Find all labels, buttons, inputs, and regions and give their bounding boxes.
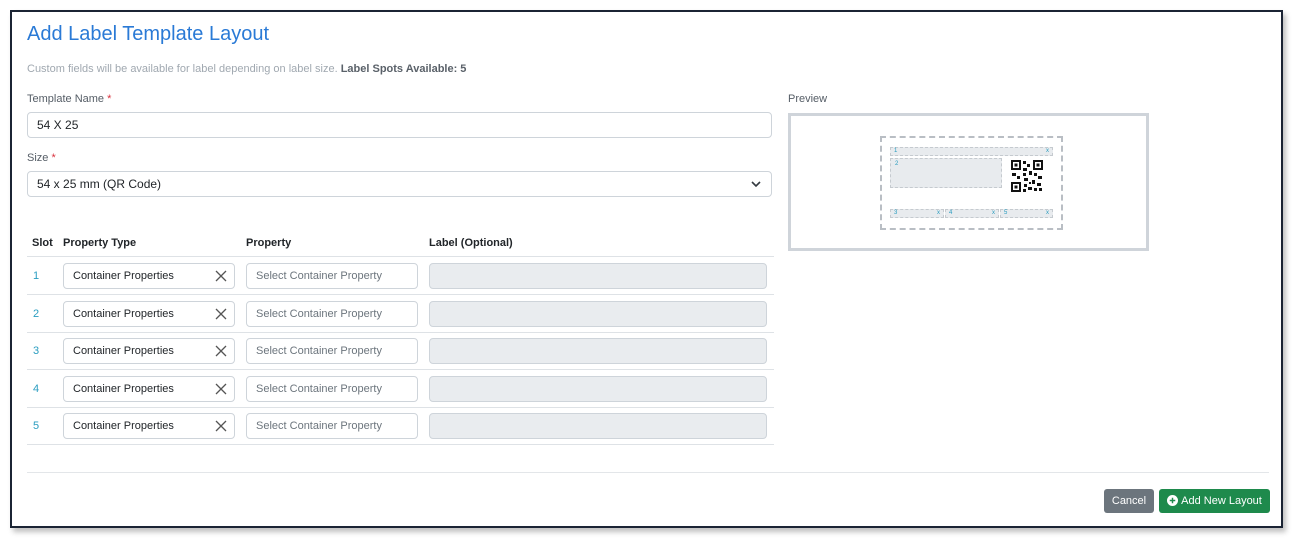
size-label: Size *	[27, 152, 56, 164]
cancel-button[interactable]: Cancel	[1104, 489, 1154, 513]
label-optional-input[interactable]	[429, 376, 767, 402]
label-optional-input[interactable]	[429, 301, 767, 327]
header-property-type: Property Type	[63, 237, 137, 249]
preview-slot-number: 4	[949, 210, 953, 216]
preview-slot-number: 5	[1004, 210, 1008, 216]
plus-circle-icon	[1167, 495, 1179, 506]
close-icon: x	[992, 210, 995, 216]
close-icon[interactable]	[214, 419, 228, 433]
property-type-value: Container Properties	[73, 345, 174, 357]
property-type-select[interactable]: Container Properties	[63, 301, 235, 327]
add-new-layout-button[interactable]: Add New Layout	[1159, 489, 1270, 513]
label-preview: 1 x 2 3 x 4 x 5 x	[880, 136, 1063, 230]
preview-slot-5: 5 x	[1000, 209, 1053, 218]
property-type-value: Container Properties	[73, 383, 174, 395]
property-select[interactable]: Select Container Property	[246, 338, 418, 364]
label-optional-input[interactable]	[429, 413, 767, 439]
property-select[interactable]: Select Container Property	[246, 413, 418, 439]
table-divider	[27, 369, 774, 370]
subtitle-text: Custom fields will be available for labe…	[27, 63, 338, 75]
required-marker: *	[107, 93, 112, 105]
slot-number: 2	[33, 308, 40, 320]
preview-label: Preview	[788, 93, 828, 105]
template-name-label-text: Template Name	[27, 93, 105, 105]
property-select[interactable]: Select Container Property	[246, 263, 418, 289]
preview-slot-number: 2	[895, 161, 899, 167]
table-divider	[27, 332, 774, 333]
table-divider	[27, 294, 774, 295]
template-name-label: Template Name *	[27, 93, 111, 105]
size-select-value: 54 x 25 mm (QR Code)	[37, 177, 162, 191]
label-optional-input[interactable]	[429, 338, 767, 364]
header-property: Property	[246, 237, 292, 249]
preview-slot-3: 3 x	[890, 209, 944, 218]
required-marker: *	[51, 152, 56, 164]
close-icon[interactable]	[214, 307, 228, 321]
preview-slot-4: 4 x	[945, 209, 999, 218]
page-subtitle: Custom fields will be available for labe…	[27, 63, 466, 75]
size-select[interactable]: 54 x 25 mm (QR Code)	[27, 171, 772, 197]
close-icon[interactable]	[214, 382, 228, 396]
header-label-optional: Label (Optional)	[429, 237, 513, 249]
close-icon: x	[1046, 210, 1049, 216]
slot-number: 4	[33, 383, 40, 395]
close-icon[interactable]	[214, 269, 228, 283]
close-icon[interactable]	[214, 344, 228, 358]
close-icon: x	[937, 210, 940, 216]
property-type-select[interactable]: Container Properties	[63, 263, 235, 289]
property-select[interactable]: Select Container Property	[246, 376, 418, 402]
property-type-select[interactable]: Container Properties	[63, 338, 235, 364]
property-type-value: Container Properties	[73, 270, 174, 282]
size-label-text: Size	[27, 152, 49, 164]
qr-code-icon	[1010, 159, 1044, 193]
table-divider	[27, 444, 774, 445]
slot-number: 1	[33, 270, 40, 282]
footer-divider	[27, 472, 1269, 473]
label-spots-available: Label Spots Available: 5	[340, 63, 467, 75]
slot-number: 5	[33, 420, 40, 432]
close-icon: x	[1046, 148, 1049, 154]
add-new-layout-label: Add New Layout	[1181, 495, 1262, 507]
preview-slot-2: 2	[890, 158, 1002, 188]
preview-slot-number: 1	[894, 148, 898, 154]
property-type-value: Container Properties	[73, 420, 174, 432]
property-type-select[interactable]: Container Properties	[63, 376, 235, 402]
table-divider	[27, 407, 774, 408]
preview-slot-number: 3	[894, 210, 898, 216]
dialog-frame: Add Label Template Layout Custom fields …	[10, 10, 1283, 528]
property-type-value: Container Properties	[73, 308, 174, 320]
template-name-input[interactable]	[27, 112, 772, 138]
header-slot: Slot	[32, 237, 53, 249]
property-select[interactable]: Select Container Property	[246, 301, 418, 327]
table-divider	[27, 256, 774, 257]
slot-number: 3	[33, 345, 40, 357]
property-type-select[interactable]: Container Properties	[63, 413, 235, 439]
page-title: Add Label Template Layout	[27, 23, 270, 45]
chevron-down-icon	[751, 181, 761, 188]
preview-panel: 1 x 2 3 x 4 x 5 x	[788, 113, 1149, 251]
label-optional-input[interactable]	[429, 263, 767, 289]
preview-slot-1: 1 x	[890, 147, 1053, 156]
